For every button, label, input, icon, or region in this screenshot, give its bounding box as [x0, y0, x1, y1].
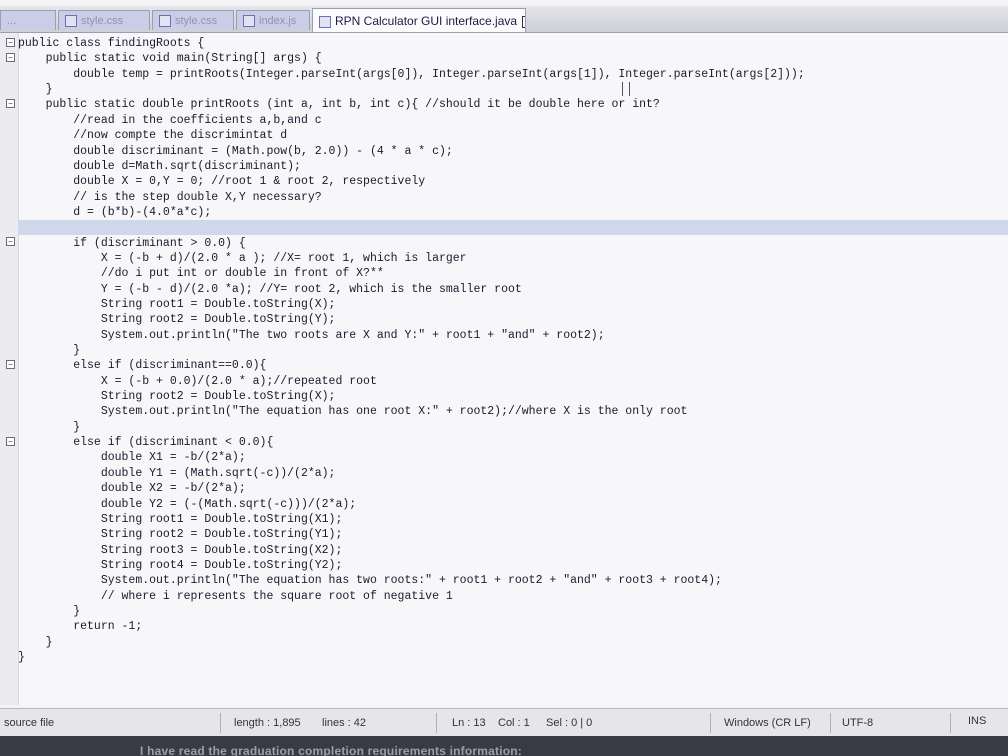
code-line[interactable]: //read in the coefficients a,b,and c — [18, 113, 1008, 128]
code-line[interactable]: //now compte the discrimintat d — [18, 128, 1008, 143]
code-editor[interactable]: − − − − − − public class findingRoots { … — [0, 33, 1008, 705]
lines-readout: lines : 42 — [322, 717, 367, 729]
code-line[interactable]: } — [18, 343, 1008, 358]
screen: ... style.css style.css index.js RPN Cal… — [0, 0, 1008, 756]
code-line[interactable]: } — [18, 650, 1008, 665]
code-line[interactable]: //do i put int or double in front of X?*… — [18, 266, 1008, 281]
line-readout: Ln : 13 — [452, 717, 486, 729]
code-line[interactable]: String root1 = Double.toString(X); — [18, 297, 1008, 312]
tab-active[interactable]: RPN Calculator GUI interface.java × — [312, 8, 526, 32]
eol-mode[interactable]: Windows (CR LF) — [724, 717, 811, 729]
status-bar: source file length : 1,895 lines : 42 Ln… — [0, 708, 1008, 737]
close-icon[interactable]: × — [522, 15, 525, 28]
fold-icon[interactable]: − — [6, 237, 15, 246]
code-line[interactable]: String root4 = Double.toString(Y2); — [18, 558, 1008, 573]
tab-2[interactable]: style.css — [58, 10, 150, 30]
code-line[interactable]: String root1 = Double.toString(X1); — [18, 512, 1008, 527]
text-cursor-icon — [622, 82, 630, 96]
code-line[interactable]: if (discriminant > 0.0) { — [18, 236, 1008, 251]
code-line[interactable]: double X = 0,Y = 0; //root 1 & root 2, r… — [18, 174, 1008, 189]
insert-mode[interactable]: INS — [968, 715, 986, 727]
code-line[interactable]: else if (discriminant==0.0){ — [18, 358, 1008, 373]
code-line[interactable]: double d=Math.sqrt(discriminant); — [18, 159, 1008, 174]
code-line[interactable] — [18, 220, 1008, 236]
fold-icon[interactable]: − — [6, 437, 15, 446]
code-line[interactable]: System.out.println("The two roots are X … — [18, 328, 1008, 343]
code-line[interactable]: String root2 = Double.toString(Y); — [18, 312, 1008, 327]
code-line[interactable]: else if (discriminant < 0.0){ — [18, 435, 1008, 450]
code-line[interactable]: double X2 = -b/(2*a); — [18, 481, 1008, 496]
code-line[interactable]: double X1 = -b/(2*a); — [18, 450, 1008, 465]
tab-label: style.css — [81, 15, 124, 27]
code-line[interactable]: String root2 = Double.toString(Y1); — [18, 527, 1008, 542]
selection-readout: Sel : 0 | 0 — [546, 717, 593, 729]
tab-label: ... — [7, 15, 17, 27]
code-line[interactable]: // where i represents the square root of… — [18, 589, 1008, 604]
code-line[interactable]: } — [18, 420, 1008, 435]
file-icon — [65, 15, 77, 28]
code-line[interactable]: } — [18, 82, 1008, 97]
code-line[interactable]: X = (-b + d)/(2.0 * a ); //X= root 1, wh… — [18, 251, 1008, 266]
fold-icon[interactable]: − — [6, 53, 15, 62]
bottom-strip: I have read the graduation completion re… — [0, 736, 1008, 756]
tab-1[interactable]: ... — [0, 10, 56, 30]
fold-icon[interactable]: − — [6, 99, 15, 108]
code-line[interactable]: public class findingRoots { — [18, 36, 1008, 51]
code-line[interactable]: // is the step double X,Y necessary? — [18, 190, 1008, 205]
code-line[interactable]: String root2 = Double.toString(X); — [18, 389, 1008, 404]
fold-icon[interactable]: − — [6, 360, 15, 369]
code-line[interactable]: double Y2 = (-(Math.sqrt(-c)))/(2*a); — [18, 497, 1008, 512]
code-line[interactable]: double temp = printRoots(Integer.parseIn… — [18, 67, 1008, 82]
code-area[interactable]: public class findingRoots { public stati… — [18, 33, 1008, 705]
tab-label: RPN Calculator GUI interface.java — [335, 14, 518, 28]
tab-label: index.js — [259, 15, 297, 27]
fold-icon[interactable]: − — [6, 38, 15, 47]
encoding[interactable]: UTF-8 — [842, 717, 873, 729]
file-icon — [243, 15, 255, 28]
code-line[interactable]: String root3 = Double.toString(X2); — [18, 543, 1008, 558]
tab-3[interactable]: style.css — [152, 10, 234, 30]
column-readout: Col : 1 — [498, 717, 530, 729]
code-line[interactable]: public static void main(String[] args) { — [18, 51, 1008, 66]
tab-bar: ... style.css style.css index.js RPN Cal… — [0, 6, 1008, 33]
code-line[interactable]: System.out.println("The equation has two… — [18, 573, 1008, 588]
code-line[interactable]: } — [18, 635, 1008, 650]
code-line[interactable]: System.out.println("The equation has one… — [18, 404, 1008, 419]
tab-4[interactable]: index.js — [236, 10, 310, 30]
code-line[interactable]: public static double printRoots (int a, … — [18, 97, 1008, 112]
tab-label: style.css — [175, 15, 218, 27]
background-text: I have read the graduation completion re… — [140, 744, 522, 756]
code-line[interactable]: Y = (-b - d)/(2.0 *a); //Y= root 2, whic… — [18, 282, 1008, 297]
code-line[interactable]: } — [18, 604, 1008, 619]
length-readout: length : 1,895 — [234, 717, 301, 729]
code-line[interactable]: return -1; — [18, 619, 1008, 634]
code-line[interactable]: X = (-b + 0.0)/(2.0 * a);//repeated root — [18, 374, 1008, 389]
code-line[interactable]: double discriminant = (Math.pow(b, 2.0))… — [18, 144, 1008, 159]
java-file-icon — [319, 15, 331, 28]
code-line[interactable]: double Y1 = (Math.sqrt(-c))/(2*a); — [18, 466, 1008, 481]
file-type: source file — [4, 717, 55, 729]
file-icon — [159, 15, 171, 28]
code-line[interactable]: d = (b*b)-(4.0*a*c); — [18, 205, 1008, 220]
gutter: − − − − − − — [0, 33, 19, 705]
